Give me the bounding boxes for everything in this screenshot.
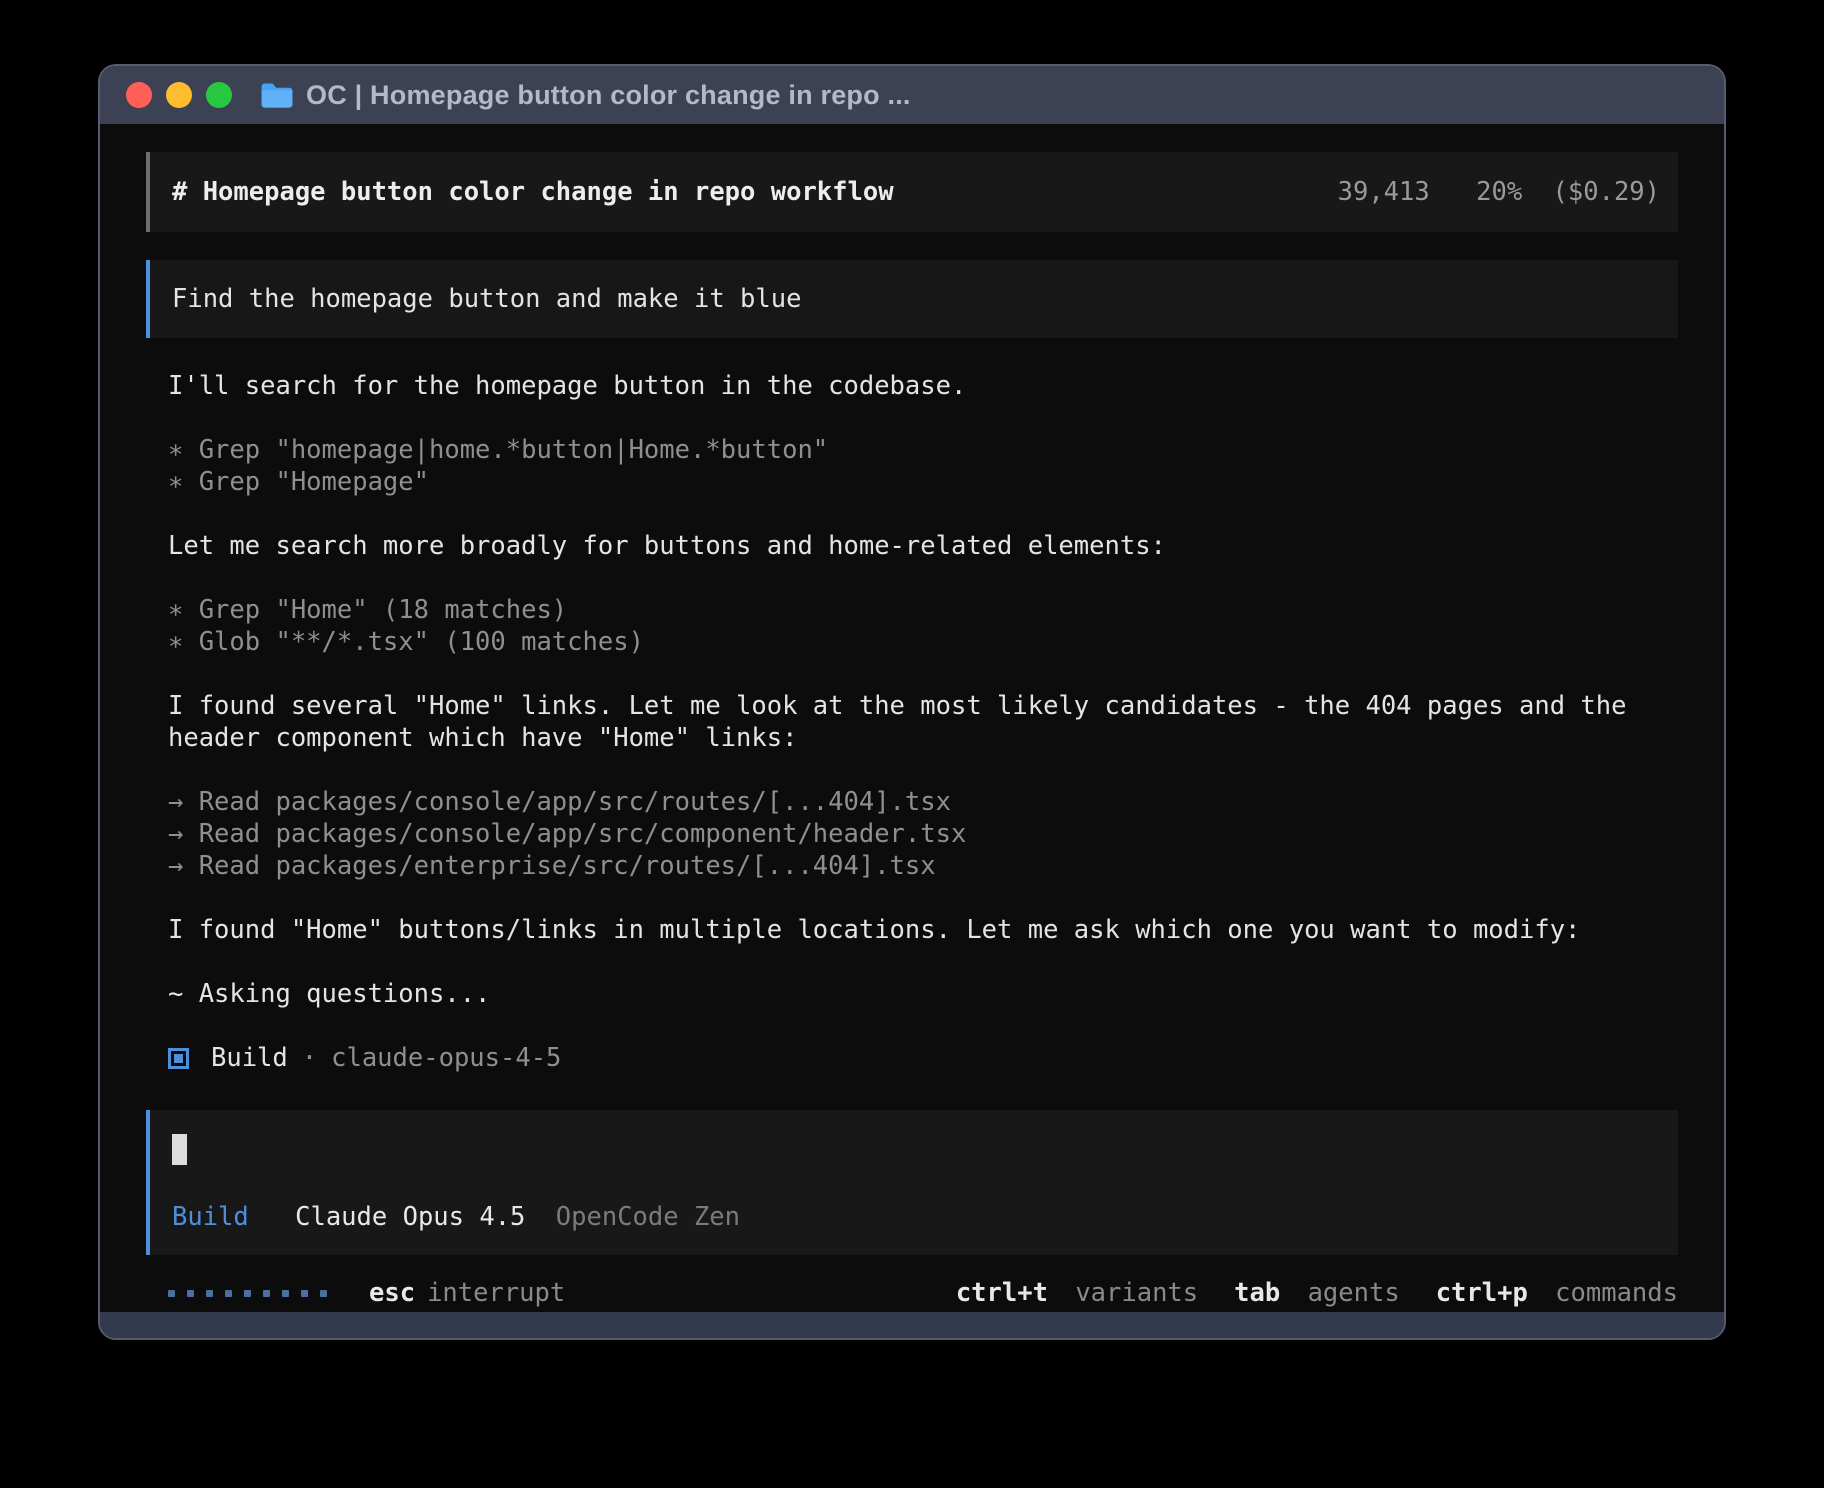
statusbar-left: esc interrupt [168, 1277, 565, 1309]
terminal-window: OC | Homepage button color change in rep… [98, 64, 1726, 1340]
assistant-text: I found "Home" buttons/links in multiple… [168, 914, 1656, 946]
input-provider: OpenCode Zen [556, 1202, 740, 1232]
assistant-transcript: I'll search for the homepage button in t… [146, 370, 1678, 1042]
agent-model: claude-opus-4-5 [331, 1042, 561, 1074]
assistant-text: I found several "Home" links. Let me loo… [168, 690, 1656, 754]
user-message-text: Find the homepage button and make it blu… [172, 283, 801, 315]
input-mode: Build [172, 1202, 249, 1232]
agent-status-line: Build · claude-opus-4-5 [146, 1042, 1678, 1074]
minimize-button[interactable] [166, 82, 192, 108]
agent-build-icon [168, 1048, 189, 1069]
terminal-content: # Homepage button color change in repo w… [100, 124, 1724, 1312]
zoom-button[interactable] [206, 82, 232, 108]
agent-name: Build [211, 1042, 288, 1074]
tool-call-read: → Read packages/console/app/src/routes/[… [168, 786, 1656, 882]
session-header: # Homepage button color change in repo w… [146, 152, 1678, 232]
input-model: Claude Opus 4.5 [295, 1202, 525, 1232]
interrupt-key: esc [369, 1277, 415, 1309]
window-bottom-edge [100, 1312, 1724, 1338]
interrupt-label: interrupt [427, 1277, 565, 1309]
agent-separator: · [302, 1042, 317, 1074]
assistant-text: Let me search more broadly for buttons a… [168, 530, 1656, 562]
window-title: OC | Homepage button color change in rep… [306, 80, 911, 111]
user-message: Find the homepage button and make it blu… [146, 260, 1678, 338]
folder-icon [260, 81, 294, 109]
token-count: 39,413 [1338, 177, 1430, 207]
statusbar-right: ctrl+t variants tab agents ctrl+p comman… [920, 1277, 1678, 1309]
context-percent: 20% [1476, 177, 1522, 207]
tool-call-grep: ∗ Grep "homepage|home.*button|Home.*butt… [168, 434, 1656, 498]
session-stats: 39,413 20% ($0.29) [1338, 176, 1660, 208]
input-status-line: Build Claude Opus 4.5 OpenCode Zen [172, 1201, 1656, 1233]
prompt-input[interactable]: Build Claude Opus 4.5 OpenCode Zen [146, 1110, 1678, 1255]
close-button[interactable] [126, 82, 152, 108]
text-cursor [172, 1134, 187, 1165]
session-title: # Homepage button color change in repo w… [172, 176, 894, 208]
shortcut-variants: ctrl+t variants [956, 1277, 1198, 1309]
assistant-status-text: ~ Asking questions... [168, 978, 1656, 1010]
spinner-dots-icon [168, 1290, 327, 1297]
tool-call-grep-glob: ∗ Grep "Home" (18 matches) ∗ Glob "**/*.… [168, 594, 1656, 658]
session-cost: ($0.29) [1553, 177, 1660, 207]
shortcut-agents: tab agents [1234, 1277, 1400, 1309]
titlebar[interactable]: OC | Homepage button color change in rep… [100, 66, 1724, 124]
shortcut-commands: ctrl+p commands [1436, 1277, 1678, 1309]
traffic-lights [126, 82, 232, 108]
assistant-text: I'll search for the homepage button in t… [168, 370, 1656, 402]
statusbar: esc interrupt ctrl+t variants tab agents… [146, 1275, 1678, 1311]
